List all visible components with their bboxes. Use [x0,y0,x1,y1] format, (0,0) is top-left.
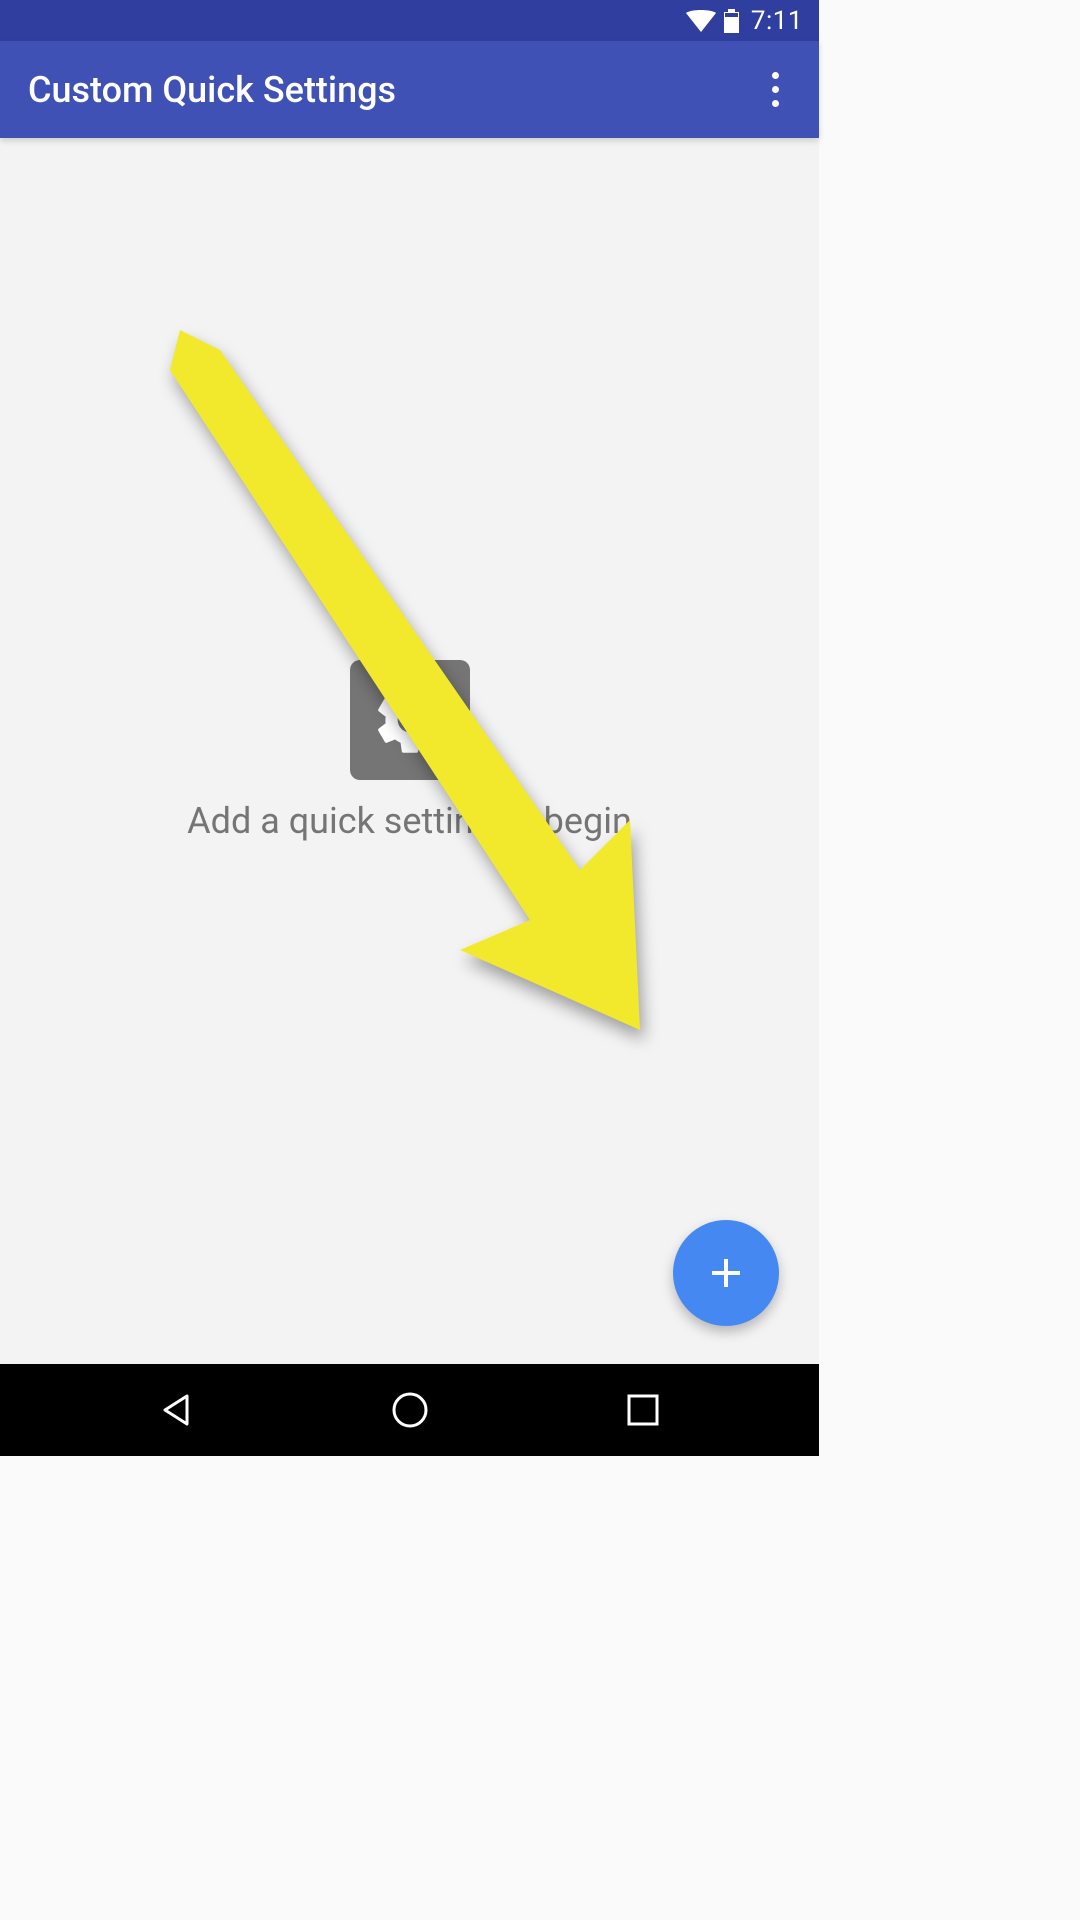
recents-button[interactable] [613,1380,673,1440]
back-icon [159,1392,195,1428]
overflow-menu-button[interactable] [759,60,791,119]
empty-state-message: Add a quick setting to begin [187,800,632,842]
gear-icon [350,660,470,780]
home-button[interactable] [380,1380,440,1440]
empty-state: Add a quick setting to begin [0,138,819,1364]
add-fab-button[interactable] [673,1220,779,1326]
battery-icon [724,9,739,33]
home-icon [391,1391,429,1429]
navigation-bar [0,1364,819,1456]
status-bar: 7:11 [0,0,819,41]
wifi-icon [686,10,716,32]
overflow-icon [772,72,779,79]
app-bar: Custom Quick Settings [0,41,819,138]
back-button[interactable] [147,1380,207,1440]
plus-icon [706,1253,746,1293]
status-clock: 7:11 [751,6,803,36]
page-title: Custom Quick Settings [28,69,396,111]
recents-icon [626,1393,660,1427]
